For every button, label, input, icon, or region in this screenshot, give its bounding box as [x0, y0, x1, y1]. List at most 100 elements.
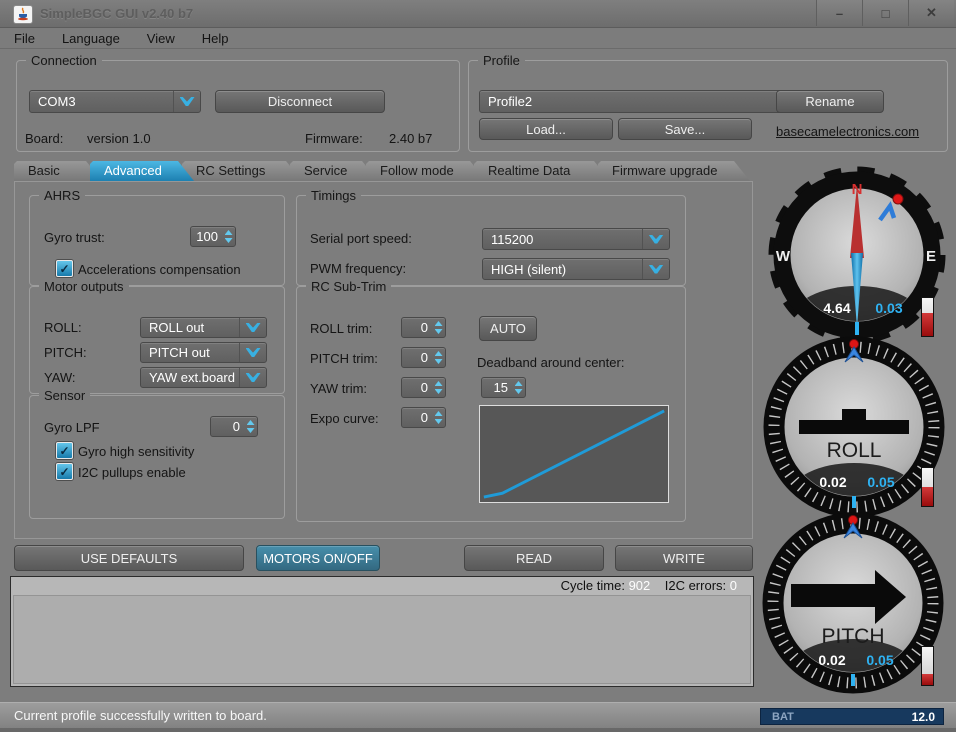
- pitch-output-select[interactable]: PITCH out: [140, 342, 267, 363]
- tab-follow-mode[interactable]: Follow mode: [366, 161, 486, 181]
- maximize-button[interactable]: □: [862, 0, 908, 26]
- rc-target-dot: [892, 193, 904, 205]
- roll-gauge-label: ROLL: [827, 439, 882, 462]
- pitch-trim-spinner[interactable]: 0: [401, 347, 446, 368]
- menu-item-file[interactable]: File: [14, 31, 35, 46]
- website-link[interactable]: basecamelectronics.com: [776, 124, 919, 139]
- yaw-angle-value: 4.64: [823, 300, 850, 316]
- spinner-up-icon[interactable]: [434, 381, 443, 386]
- roll-horizon-bar: [799, 420, 909, 434]
- chevron-down-icon: [245, 373, 261, 382]
- spinner-up-icon[interactable]: [514, 381, 523, 386]
- spinner-down-icon[interactable]: [246, 428, 255, 433]
- read-button[interactable]: READ: [464, 545, 604, 571]
- tab-rc-settings[interactable]: RC Settings: [182, 161, 302, 181]
- com-port-select[interactable]: COM3: [29, 90, 201, 113]
- gyro-trust-label: Gyro trust:: [44, 230, 105, 245]
- yaw-gauge: N W E 4.64 0.03: [768, 166, 946, 344]
- roll-trim-spinner[interactable]: 0: [401, 317, 446, 338]
- timings-group: Timings Serial port speed: 115200 PWM fr…: [296, 188, 686, 286]
- spinner-up-icon[interactable]: [434, 351, 443, 356]
- tab-strip: Basic Advanced RC Settings Service Follo…: [14, 161, 738, 181]
- motor-outputs-group-title: Motor outputs: [39, 279, 129, 294]
- board-value: version 1.0: [87, 131, 151, 146]
- serial-speed-select[interactable]: 115200: [482, 228, 670, 250]
- tab-advanced[interactable]: Advanced: [90, 161, 194, 181]
- menu-item-language[interactable]: Language: [62, 31, 120, 46]
- chevron-down-icon: [648, 264, 664, 274]
- console-area: [13, 595, 751, 684]
- tab-realtime-data[interactable]: Realtime Data: [474, 161, 610, 181]
- ahrs-group-title: AHRS: [39, 188, 86, 203]
- tab-firmware-upgrade[interactable]: Firmware upgrade: [598, 161, 750, 181]
- pwm-frequency-label: PWM frequency:: [310, 261, 407, 276]
- yaw-trim-spinner[interactable]: 0: [401, 377, 446, 398]
- use-defaults-button[interactable]: USE DEFAULTS: [14, 545, 244, 571]
- spinner-up-icon[interactable]: [224, 230, 233, 235]
- window-bottom-edge: [0, 728, 956, 732]
- minimize-button[interactable]: –: [816, 0, 862, 26]
- motor-outputs-group: Motor outputs ROLL: ROLL out PITCH: PITC…: [29, 279, 285, 394]
- expo-curve-chart: [479, 405, 669, 503]
- roll-output-select[interactable]: ROLL out: [140, 317, 267, 338]
- i2c-pullups-label: I2C pullups enable: [78, 465, 186, 480]
- profile-group-title: Profile: [478, 53, 525, 68]
- write-button[interactable]: WRITE: [615, 545, 753, 571]
- cycle-time-row: Cycle time: 902 I2C errors: 0: [561, 578, 737, 593]
- chevron-down-icon: [179, 97, 195, 106]
- i2c-errors-value: 0: [729, 578, 737, 593]
- pwm-frequency-select[interactable]: HIGH (silent): [482, 258, 670, 280]
- deadband-spinner[interactable]: 15: [481, 377, 526, 398]
- gyro-lpf-spinner[interactable]: 0: [210, 416, 258, 437]
- spinner-up-icon[interactable]: [434, 321, 443, 326]
- menu-item-help[interactable]: Help: [202, 31, 229, 46]
- expo-curve-label: Expo curve:: [310, 411, 379, 426]
- rc-subtrim-group-title: RC Sub-Trim: [306, 279, 392, 294]
- board-label: Board:: [25, 131, 64, 146]
- close-button[interactable]: ✕: [908, 0, 954, 26]
- menu-item-view[interactable]: View: [147, 31, 175, 46]
- rc-subtrim-group: RC Sub-Trim ROLL trim: 0 PITCH trim: 0 Y…: [296, 279, 686, 522]
- status-message: Current profile successfully written to …: [14, 708, 267, 723]
- tab-basic[interactable]: Basic: [14, 161, 102, 181]
- pitch-angle-value: 0.02: [818, 652, 845, 668]
- chevron-down-icon: [245, 323, 261, 332]
- i2c-pullups-checkbox[interactable]: ✓: [56, 463, 73, 480]
- motors-onoff-button[interactable]: MOTORS ON/OFF: [256, 545, 380, 571]
- spinner-down-icon[interactable]: [434, 359, 443, 364]
- spinner-down-icon[interactable]: [434, 329, 443, 334]
- pitch-rc-value: 0.05: [866, 652, 893, 668]
- accel-compensation-checkbox[interactable]: ✓: [56, 260, 73, 277]
- disconnect-button[interactable]: Disconnect: [215, 90, 385, 113]
- deadband-label: Deadband around center:: [477, 355, 625, 370]
- pitch-trim-label: PITCH trim:: [310, 351, 378, 366]
- cycle-time-value: 902: [628, 578, 651, 593]
- cycle-time-label: Cycle time:: [560, 578, 625, 593]
- chevron-down-icon: [648, 234, 664, 244]
- spinner-up-icon[interactable]: [434, 411, 443, 416]
- spinner-down-icon[interactable]: [434, 419, 443, 424]
- roll-output-label: ROLL:: [44, 320, 82, 335]
- spinner-up-icon[interactable]: [246, 420, 255, 425]
- gyro-high-sensitivity-checkbox[interactable]: ✓: [56, 442, 73, 459]
- gyro-trust-spinner[interactable]: 100: [190, 226, 236, 247]
- advanced-tab-panel: AHRS Gyro trust: 100 ✓ Accelerations com…: [14, 181, 753, 539]
- accel-compensation-label: Accelerations compensation: [78, 262, 241, 277]
- auto-button[interactable]: AUTO: [479, 316, 537, 341]
- spinner-down-icon[interactable]: [224, 238, 233, 243]
- yaw-output-select[interactable]: YAW ext.board: [140, 367, 267, 388]
- rename-button[interactable]: Rename: [776, 90, 884, 113]
- timings-group-title: Timings: [306, 188, 362, 203]
- tab-service[interactable]: Service: [290, 161, 378, 181]
- spinner-down-icon[interactable]: [434, 389, 443, 394]
- save-button[interactable]: Save...: [618, 118, 752, 140]
- battery-value: 12.0: [911, 709, 935, 724]
- load-button[interactable]: Load...: [479, 118, 613, 140]
- firmware-label: Firmware:: [305, 131, 363, 146]
- battery-label: BAT: [772, 710, 794, 723]
- spinner-down-icon[interactable]: [514, 389, 523, 394]
- battery-indicator: BAT 12.0: [760, 708, 944, 725]
- roll-trim-label: ROLL trim:: [310, 321, 373, 336]
- expo-curve-spinner[interactable]: 0: [401, 407, 446, 428]
- roll-power-bar: [921, 467, 934, 507]
